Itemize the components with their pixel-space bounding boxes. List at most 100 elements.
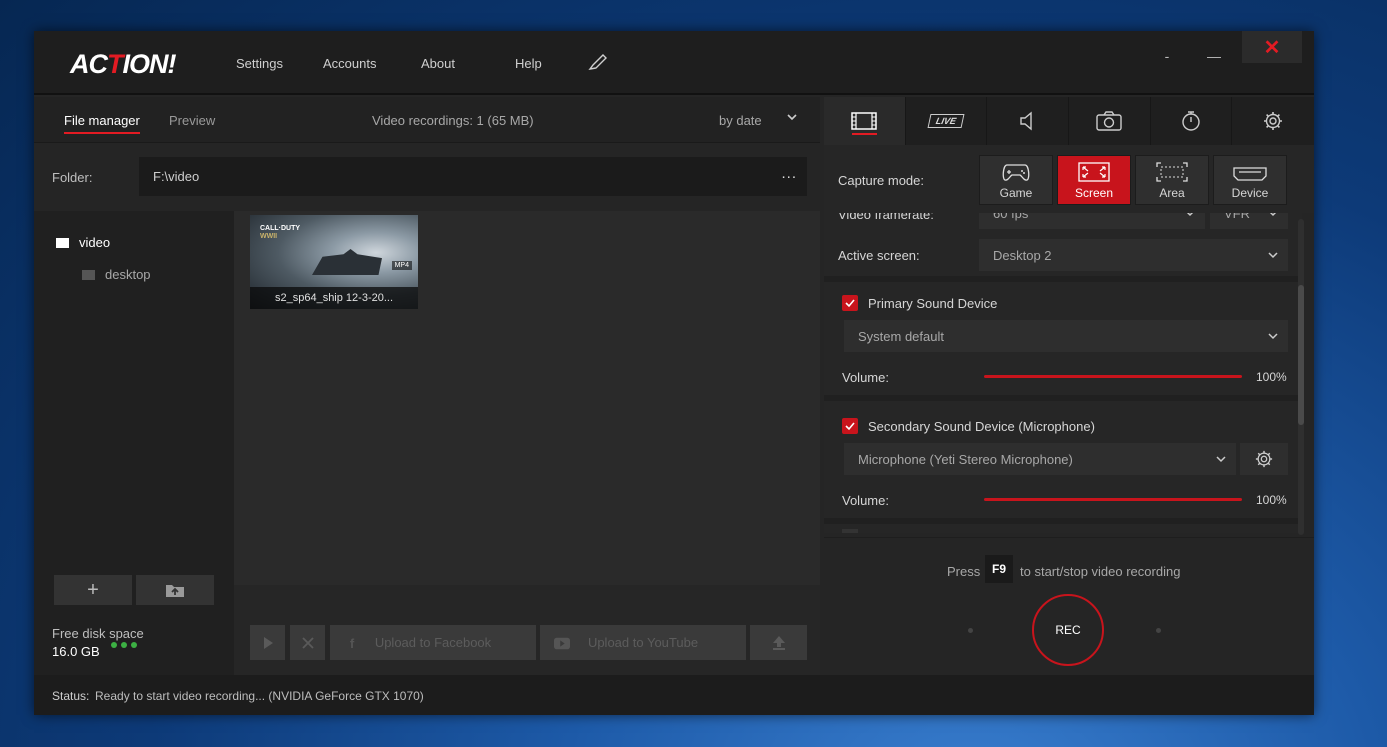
folder-row: Folder: F:\video ... [34, 143, 820, 211]
close-button[interactable]: ✕ [1242, 31, 1302, 63]
framerate-value: 60 fps [993, 213, 1029, 221]
tab-settings[interactable] [1232, 97, 1315, 145]
primary-volume-slider[interactable] [984, 375, 1242, 378]
scrollbar-thumb[interactable] [1298, 285, 1304, 425]
upload-youtube-button[interactable]: Upload to YouTube [540, 625, 746, 660]
file-grid: CALL·DUTY WWII MP4 s2_sp64_ship 12-3-20..… [234, 211, 820, 585]
divider [824, 518, 1302, 524]
microphone-settings-button[interactable] [1240, 443, 1288, 475]
mode-device-button[interactable]: Device [1213, 155, 1287, 205]
delete-button[interactable] [290, 625, 325, 660]
folder-path-field[interactable]: F:\video ... [139, 157, 807, 196]
gear-icon [1255, 450, 1273, 468]
area-select-icon [1156, 162, 1188, 182]
browse-folder-button[interactable]: ... [781, 165, 797, 182]
menu-settings[interactable]: Settings [236, 56, 283, 71]
divider [824, 395, 1302, 401]
primary-sound-dropdown[interactable]: System default [844, 320, 1288, 352]
camera-icon [1096, 111, 1123, 131]
secondary-sound-checkbox[interactable] [842, 418, 858, 434]
app-logo: ACTION! [70, 49, 177, 79]
framerate-mode-value: VFR [1224, 213, 1250, 221]
minimize-button[interactable]: - [1143, 39, 1191, 73]
hotkey-hint: to start/stop video recording [1020, 564, 1181, 579]
press-label: Press [947, 564, 981, 579]
facebook-icon: f [349, 635, 355, 651]
checkmark-icon [845, 422, 855, 431]
disk-status-indicator [111, 642, 137, 648]
maximize-button[interactable]: — [1190, 39, 1238, 73]
active-screen-value: Desktop 2 [993, 248, 1052, 263]
menu-help[interactable]: Help [515, 56, 542, 71]
film-icon [851, 112, 878, 130]
primary-sound-checkbox[interactable] [842, 295, 858, 311]
upload-facebook-button[interactable]: f Upload to Facebook [330, 625, 536, 660]
recordings-info: Video recordings: 1 (65 MB) [372, 113, 534, 128]
tree-item-label: desktop [105, 267, 151, 282]
active-screen-dropdown[interactable]: Desktop 2 [979, 239, 1288, 271]
folder-path: F:\video [153, 169, 200, 184]
folder-label: Folder: [52, 170, 93, 185]
framerate-dropdown[interactable]: 60 fps [979, 213, 1205, 229]
mode-screen-button[interactable]: Screen [1057, 155, 1131, 205]
primary-sound-value: System default [858, 329, 944, 344]
mode-label: Game [999, 186, 1033, 200]
tree-item-video[interactable]: video [56, 235, 110, 250]
indicator-dot [1156, 628, 1161, 633]
chevron-down-icon[interactable] [786, 111, 798, 123]
disk-space-label: Free disk space [52, 626, 144, 641]
tab-video[interactable] [824, 97, 906, 145]
framerate-mode-dropdown[interactable]: VFR [1210, 213, 1288, 229]
status-label: Status: [52, 689, 90, 703]
open-folder-button[interactable] [136, 575, 214, 605]
capture-mode-label: Capture mode: [838, 173, 924, 188]
hdmi-icon [1233, 167, 1267, 181]
tab-timer[interactable] [1150, 97, 1233, 145]
file-manager-pane: File manager Preview Video recordings: 1… [34, 97, 820, 675]
folder-icon [82, 269, 95, 280]
settings-scrollbar[interactable] [1298, 219, 1304, 535]
left-tabs: File manager Preview Video recordings: 1… [34, 97, 820, 143]
secondary-volume-slider[interactable] [984, 498, 1242, 501]
tab-audio[interactable] [987, 97, 1070, 145]
menu-about[interactable]: About [421, 56, 455, 71]
app-window: ACTION! Settings Accounts About Help - —… [34, 31, 1315, 715]
primary-volume-value: 100% [1256, 370, 1287, 384]
hotkey-badge: F9 [985, 555, 1013, 583]
mode-game-button[interactable]: Game [979, 155, 1053, 205]
gamepad-icon [1002, 164, 1030, 181]
tab-preview[interactable]: Preview [169, 113, 215, 128]
record-button[interactable]: REC [1032, 594, 1104, 666]
mode-label: Screen [1074, 186, 1114, 200]
upload-youtube-label: Upload to YouTube [587, 635, 699, 650]
checkmark-icon [845, 299, 855, 308]
tab-file-manager[interactable]: File manager [64, 113, 140, 134]
secondary-volume-value: 100% [1256, 493, 1287, 507]
live-icon: LIVE [927, 114, 965, 128]
upload-button[interactable] [750, 625, 807, 660]
tab-screenshot[interactable] [1069, 97, 1151, 145]
indicator-dot [968, 628, 973, 633]
video-thumbnail[interactable]: CALL·DUTY WWII MP4 s2_sp64_ship 12-3-20..… [250, 215, 418, 309]
menu-accounts[interactable]: Accounts [323, 56, 376, 71]
folder-upload-icon [166, 585, 184, 597]
secondary-sound-dropdown[interactable]: Microphone (Yeti Stereo Microphone) [844, 443, 1236, 475]
capture-mode-row: Capture mode: Game Screen Area Device [824, 145, 1314, 213]
mode-area-button[interactable]: Area [1135, 155, 1209, 205]
tree-item-desktop[interactable]: desktop [82, 267, 151, 282]
play-icon [263, 636, 273, 649]
pen-icon[interactable] [588, 53, 608, 74]
partial-checkbox[interactable] [842, 529, 858, 533]
chevron-down-icon [1216, 456, 1226, 463]
upload-icon [772, 635, 785, 650]
sort-dropdown[interactable]: by date [719, 113, 762, 128]
format-badge: MP4 [391, 261, 412, 270]
add-folder-button[interactable]: + [54, 575, 132, 605]
tab-live[interactable]: LIVE [905, 97, 988, 145]
fullscreen-icon [1078, 162, 1110, 182]
active-screen-label: Active screen: [838, 248, 920, 263]
primary-sound-label: Primary Sound Device [868, 296, 998, 311]
record-controls: Press F9 to start/stop video recording R… [824, 537, 1314, 675]
play-button[interactable] [250, 625, 285, 660]
primary-volume-label: Volume: [842, 370, 889, 385]
